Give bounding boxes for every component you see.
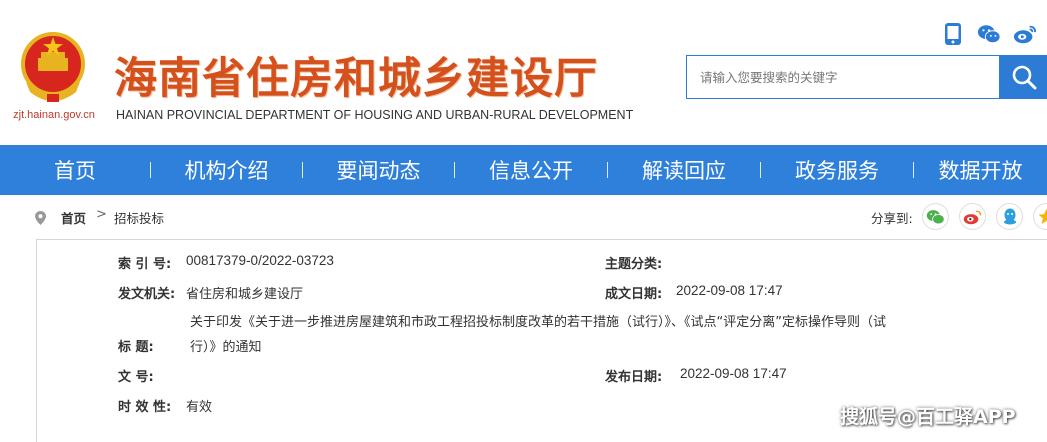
site-subtitle: HAINAN PROVINCIAL DEPARTMENT OF HOUSING … [116,108,634,122]
weibo-icon[interactable] [1013,22,1037,46]
document-title-label: 标 题: [118,340,154,355]
site-title[interactable]: 海南省住房和城乡建设厅 [114,44,598,106]
site-header: zjt.hainan.gov.cn 海南省住房和城乡建设厅 HAINAN PRO… [0,0,1047,145]
published-date-value: 2022-09-08 17:47 [680,366,787,381]
nav-item-home[interactable]: 首页 [0,145,150,195]
nav-item-news[interactable]: 要闻动态 [303,145,454,195]
site-domain: zjt.hainan.gov.cn [13,109,95,121]
index-number-value: 00817379-0/2022-03723 [186,253,334,268]
created-date-label: 成文日期: [605,287,663,302]
share-weibo-icon[interactable] [959,203,986,230]
document-title-line2: 行）》的通知 [190,340,262,355]
search-input[interactable] [687,56,999,98]
mobile-icon[interactable] [941,22,965,46]
created-date-value: 2022-09-08 17:47 [676,283,783,298]
national-emblem-icon [21,32,85,102]
nav-item-interpretation[interactable]: 解读回应 [608,145,760,195]
document-number-label: 文 号: [118,370,154,385]
topic-label: 主题分类: [605,257,663,272]
validity-value: 有效 [186,400,213,415]
wechat-icon[interactable] [977,22,1001,46]
search-box [686,55,1000,99]
watermark: 搜狐号@百工驿APP [840,406,1016,428]
share-qq-icon[interactable] [996,203,1023,230]
share-label: 分享到: [871,211,913,226]
nav-item-services[interactable]: 政务服务 [761,145,913,195]
search-button[interactable] [1000,55,1047,99]
issuer-label: 发文机关: [118,287,176,302]
issuer-value: 省住房和城乡建设厅 [186,287,304,302]
nav-item-about[interactable]: 机构介绍 [151,145,302,195]
top-icons [941,22,1037,46]
document-title-line1: 关于印发《关于进一步推进房屋建筑和市政工程招投标制度改革的若干措施（试行）》、《… [190,315,886,330]
location-pin-icon [35,211,46,225]
main-nav: 首页 机构介绍 要闻动态 信息公开 解读回应 政务服务 数据开放 [0,145,1047,195]
search-icon [1012,65,1036,90]
published-date-label: 发布日期: [605,370,663,385]
nav-item-open-data[interactable]: 数据开放 [914,145,1047,195]
validity-label: 时 效 性: [118,400,172,415]
share-qzone-icon[interactable] [1033,203,1047,230]
index-number-label: 索 引 号: [118,257,172,272]
nav-item-disclosure[interactable]: 信息公开 [455,145,607,195]
breadcrumb-current[interactable]: 招标投标 [114,208,164,227]
breadcrumb-separator: > [96,207,107,222]
share-wechat-icon[interactable] [922,203,949,230]
breadcrumb-home[interactable]: 首页 [61,208,86,227]
